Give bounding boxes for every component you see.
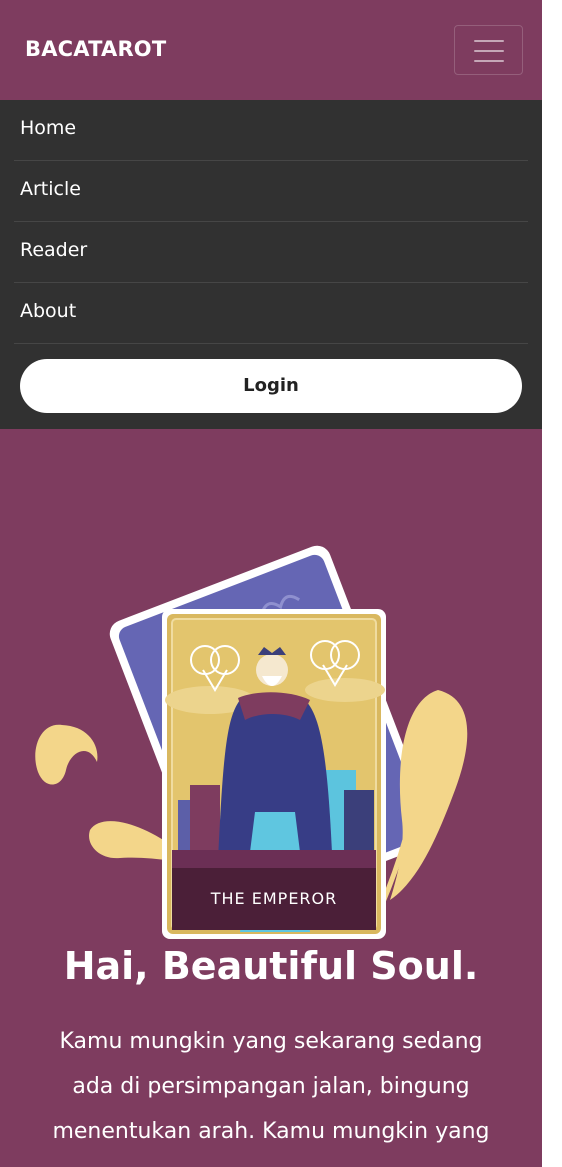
nav-item-label: Home bbox=[20, 117, 77, 139]
nav-item-article[interactable]: Article bbox=[14, 161, 528, 222]
navbar-toggle-button[interactable] bbox=[454, 25, 523, 75]
nav-item-label: About bbox=[20, 300, 77, 322]
nav-item-label: Reader bbox=[20, 239, 88, 261]
brand-logo[interactable]: BACATAROT bbox=[25, 37, 166, 61]
login-button[interactable]: Login bbox=[20, 359, 522, 413]
leaf-left-icon bbox=[35, 724, 98, 785]
nav-item-reader[interactable]: Reader bbox=[14, 222, 528, 283]
nav-item-label: Article bbox=[20, 178, 81, 200]
hero-description: Kamu mungkin yang sekarang sedang ada di… bbox=[52, 1029, 490, 1144]
nav-item-about[interactable]: About bbox=[14, 283, 528, 344]
page: BACATAROT Home Article Reader About Logi… bbox=[0, 0, 542, 1167]
tarot-illustration: THE EMPEROR bbox=[35, 545, 468, 939]
navbar: BACATAROT bbox=[0, 0, 542, 100]
hero-title: Hai, Beautiful Soul. bbox=[63, 944, 479, 988]
card-title: THE EMPEROR bbox=[210, 889, 338, 908]
nav-item-home[interactable]: Home bbox=[14, 100, 528, 161]
nav-menu: Home Article Reader About Login bbox=[0, 100, 542, 429]
